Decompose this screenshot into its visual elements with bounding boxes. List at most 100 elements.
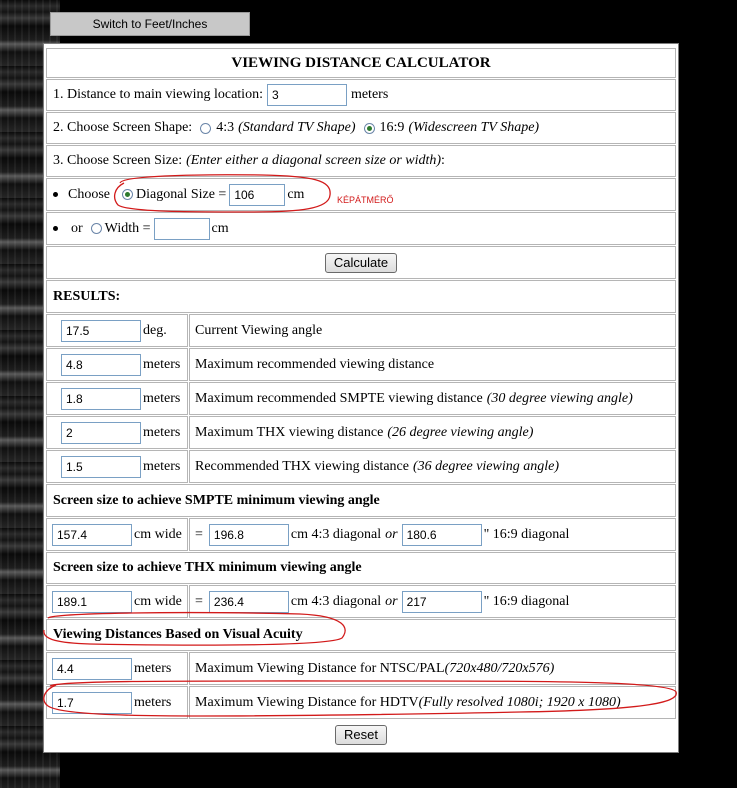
smpte-heading-row: Screen size to achieve SMPTE minimum vie… [46, 484, 676, 517]
acuity-value-cell: 1.7 meters [46, 686, 188, 719]
diagonal-unit: cm [287, 186, 305, 202]
results-heading: RESULTS: [53, 288, 121, 304]
acuity-heading-row: Viewing Distances Based on Visual Acuity [46, 619, 676, 651]
smpte-diag43-unit: cm 4:3 diagonal [290, 526, 382, 542]
result-thx-rec-note: (36 degree viewing angle) [412, 458, 560, 474]
choose-label: Choose [68, 186, 110, 202]
calculate-button[interactable]: Calculate [324, 252, 398, 273]
thx-diag169-unit: " 16:9 diagonal [483, 593, 570, 609]
smpte-diag169-input[interactable]: 180.6 [401, 523, 482, 546]
shape-row: 2. Choose Screen Shape: 4:3 (Standard TV… [46, 112, 676, 144]
acuity-heading: Viewing Distances Based on Visual Acuity [53, 627, 303, 642]
smpte-equals: = [195, 526, 203, 542]
result-smpte-distance-note: (30 degree viewing angle) [486, 390, 633, 406]
width-label: Width = [104, 220, 151, 236]
width-radio[interactable] [90, 223, 102, 234]
diagonal-label: Diagonal Size = [136, 186, 227, 202]
result-angle-value[interactable]: 17.5 [61, 319, 141, 342]
page-title: VIEWING DISTANCE CALCULATOR [231, 54, 491, 71]
result-desc-cell: Maximum THX viewing distance (26 degree … [189, 416, 676, 449]
result-thx-max-value[interactable]: 2 [61, 421, 141, 444]
acuity-ntsc-note: (720x480/720x576) [444, 660, 555, 676]
width-row: or Width = cm [46, 212, 676, 245]
thx-diag43-unit: cm 4:3 diagonal [290, 593, 382, 609]
calculator-title: VIEWING DISTANCE CALCULATOR [46, 48, 676, 78]
thx-width-cell: 189.1 cm wide [46, 585, 188, 618]
calculator-panel: VIEWING DISTANCE CALCULATOR 1. Distance … [43, 43, 679, 753]
acuity-hdtv-desc: Maximum Viewing Distance for HDTV [195, 694, 419, 710]
distance-unit: meters [350, 87, 389, 102]
smpte-width-unit: cm wide [134, 526, 182, 542]
thx-heading-row: Screen size to achieve THX minimum viewi… [46, 552, 676, 584]
shape-16-9-label: 16:9 [379, 120, 405, 135]
thx-or: or [385, 593, 398, 609]
smpte-diagonal-cell: = 196.8 cm 4:3 diagonal or 180.6 " 16:9 … [189, 518, 676, 551]
switch-units-button[interactable]: Switch to Feet/Inches [50, 12, 250, 36]
bullet-icon [53, 192, 58, 197]
distance-row: 1. Distance to main viewing location: 3 … [46, 79, 676, 111]
width-input[interactable] [153, 217, 210, 240]
reset-button[interactable]: Reset [335, 725, 387, 745]
thx-diag169-input[interactable]: 217 [401, 590, 482, 613]
acuity-value-cell: 4.4 meters [46, 652, 188, 685]
diagonal-input[interactable]: 106 [229, 183, 286, 206]
size-hint: (Enter either a diagonal screen size or … [186, 153, 442, 168]
acuity-ntsc-unit: meters [134, 660, 172, 676]
result-value-cell: 1.5 meters [46, 450, 188, 483]
width-unit: cm [211, 220, 229, 236]
result-smpte-distance-value[interactable]: 1.8 [61, 387, 141, 410]
smpte-width-cell: 157.4 cm wide [46, 518, 188, 551]
result-value-cell: 4.8 meters [46, 348, 188, 381]
distance-input[interactable]: 3 [266, 84, 347, 106]
calculate-row: Calculate [46, 246, 676, 279]
bullet-icon [53, 226, 58, 231]
result-value-cell: 17.5 deg. [46, 314, 188, 347]
size-heading-row: 3. Choose Screen Size: (Enter either a d… [46, 145, 676, 177]
shape-4-3-desc: (Standard TV Shape) [238, 120, 356, 135]
result-max-distance-value[interactable]: 4.8 [61, 353, 141, 376]
smpte-width-input[interactable]: 157.4 [52, 523, 132, 546]
diagonal-radio[interactable] [122, 189, 133, 200]
result-thx-rec-value[interactable]: 1.5 [61, 455, 141, 478]
shape-4-3-label: 4:3 [216, 120, 235, 135]
result-desc-cell: Recommended THX viewing distance (36 deg… [189, 450, 676, 483]
result-smpte-distance-desc: Maximum recommended SMPTE viewing distan… [195, 390, 483, 406]
result-desc-cell: Maximum recommended viewing distance [189, 348, 676, 381]
thx-heading: Screen size to achieve THX minimum viewi… [53, 560, 362, 575]
thx-diagonal-cell: = 236.4 cm 4:3 diagonal or 217 " 16:9 di… [189, 585, 676, 618]
result-thx-rec-desc: Recommended THX viewing distance [195, 458, 409, 474]
annotation-label: KÉPÁTMÉRŐ [337, 195, 394, 205]
smpte-diag169-unit: " 16:9 diagonal [483, 526, 570, 542]
acuity-hdtv-unit: meters [134, 694, 172, 710]
result-smpte-distance-unit: meters [143, 390, 181, 406]
result-value-cell: 1.8 meters [46, 382, 188, 415]
acuity-hdtv-value[interactable]: 1.7 [52, 691, 132, 714]
shape-label: 2. Choose Screen Shape: [53, 120, 193, 135]
result-angle-desc: Current Viewing angle [195, 322, 323, 338]
shape-4-3-radio[interactable] [200, 122, 212, 134]
thx-equals: = [195, 593, 203, 609]
acuity-ntsc-value[interactable]: 4.4 [52, 657, 132, 680]
result-thx-max-desc: Maximum THX viewing distance [195, 424, 384, 440]
result-thx-rec-unit: meters [143, 458, 181, 474]
result-value-cell: 2 meters [46, 416, 188, 449]
smpte-diag43-input[interactable]: 196.8 [208, 523, 289, 546]
result-desc-cell: Maximum recommended SMPTE viewing distan… [189, 382, 676, 415]
acuity-desc-cell: Maximum Viewing Distance for NTSC/PAL (7… [189, 652, 676, 685]
smpte-or: or [385, 526, 398, 542]
results-heading-row: RESULTS: [46, 280, 676, 313]
shape-16-9-radio[interactable] [363, 122, 375, 134]
result-max-distance-desc: Maximum recommended viewing distance [195, 356, 435, 372]
acuity-hdtv-note: (Fully resolved 1080i; 1920 x 1080) [418, 694, 621, 710]
size-label: 3. Choose Screen Size: [53, 153, 183, 168]
shape-16-9-desc: (Widescreen TV Shape) [408, 120, 540, 135]
smpte-heading: Screen size to achieve SMPTE minimum vie… [53, 492, 380, 508]
distance-label: 1. Distance to main viewing location: [53, 87, 263, 102]
result-angle-unit: deg. [143, 322, 167, 338]
thx-diag43-input[interactable]: 236.4 [208, 590, 289, 613]
or-label: or [71, 220, 83, 236]
result-thx-max-note: (26 degree viewing angle) [387, 424, 534, 440]
thx-width-input[interactable]: 189.1 [52, 590, 132, 613]
result-thx-max-unit: meters [143, 424, 181, 440]
thx-width-unit: cm wide [134, 593, 182, 609]
